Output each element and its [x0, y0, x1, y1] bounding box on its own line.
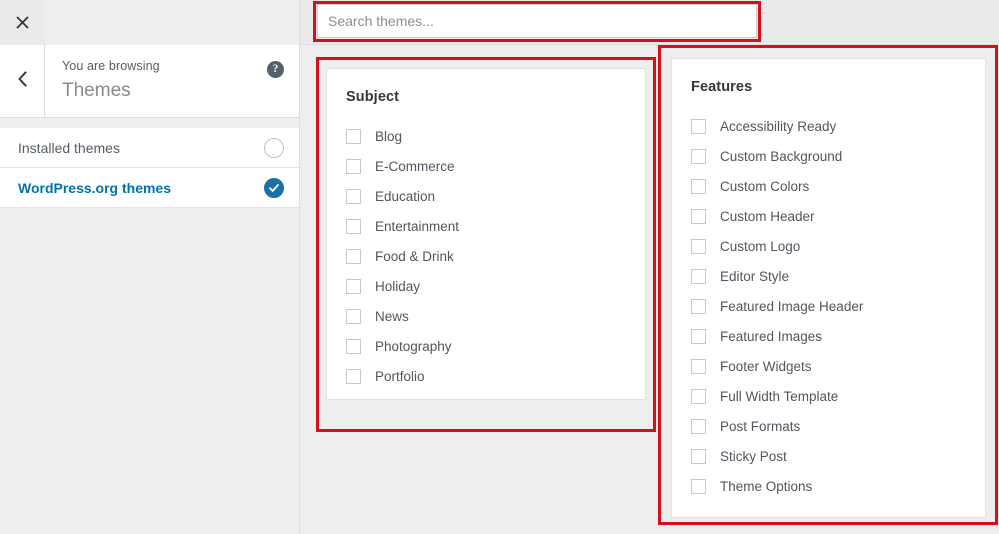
subject-option-row[interactable]: Blog: [346, 121, 645, 151]
subject-option-row[interactable]: E-Commerce: [346, 151, 645, 181]
features-option-row[interactable]: Accessibility Ready: [691, 111, 985, 141]
features-option-label: Custom Colors: [720, 178, 810, 194]
checkbox-unchecked-icon[interactable]: [346, 278, 361, 294]
subject-filter-title: Subject: [346, 89, 400, 105]
sidebar-nav: Installed themes WordPress.org themes: [0, 128, 299, 208]
browse-eyebrow: You are browsing: [62, 59, 160, 73]
features-option-label: Sticky Post: [720, 448, 787, 464]
sidebar-item-label: WordPress.org themes: [18, 179, 172, 196]
subject-option-label: E-Commerce: [375, 158, 455, 174]
subject-option-label: Blog: [375, 128, 403, 144]
checkbox-unchecked-icon[interactable]: [346, 188, 361, 204]
page-title: Themes: [62, 80, 131, 101]
features-option-row[interactable]: Sticky Post: [691, 441, 985, 471]
checkbox-unchecked-icon[interactable]: [346, 248, 361, 264]
radio-selected-check-icon[interactable]: [264, 177, 284, 198]
checkbox-unchecked-icon[interactable]: [346, 308, 361, 324]
subject-option-label: Portfolio: [375, 368, 425, 384]
features-option-row[interactable]: Featured Images: [691, 321, 985, 351]
subject-filter-panel: Subject Blog E-Commerce Education Entertain…: [316, 58, 656, 432]
features-option-label: Custom Logo: [720, 238, 801, 254]
checkbox-unchecked-icon[interactable]: [691, 328, 706, 344]
subject-option-row[interactable]: Photography: [346, 331, 645, 361]
close-button[interactable]: [0, 0, 45, 45]
features-option-label: Full Width Template: [720, 388, 839, 404]
subject-option-row[interactable]: Portfolio: [346, 361, 645, 391]
subject-option-label: Entertainment: [375, 218, 460, 234]
checkbox-unchecked-icon[interactable]: [691, 388, 706, 404]
sidebar-item-installed-themes[interactable]: Installed themes: [0, 128, 299, 168]
features-option-label: Custom Background: [720, 148, 843, 164]
features-filter-card: Features Accessibility Ready Custom Backg…: [671, 58, 986, 518]
browse-text: You are browsing Themes: [62, 58, 160, 104]
features-option-row[interactable]: Theme Options: [691, 471, 985, 501]
subject-filter-list: Blog E-Commerce Education Entertainment Food…: [327, 105, 645, 391]
features-option-label: Theme Options: [720, 478, 813, 494]
features-option-label: Footer Widgets: [720, 358, 812, 374]
features-option-label: Custom Header: [720, 208, 815, 224]
checkbox-unchecked-icon[interactable]: [691, 208, 706, 224]
subject-option-label: Food & Drink: [375, 248, 454, 264]
back-button[interactable]: [0, 45, 45, 117]
search-input[interactable]: [317, 4, 757, 38]
checkbox-unchecked-icon[interactable]: [691, 148, 706, 164]
features-option-row[interactable]: Editor Style: [691, 261, 985, 291]
subject-option-row[interactable]: Education: [346, 181, 645, 211]
features-option-label: Featured Images: [720, 328, 823, 344]
features-option-label: Editor Style: [720, 268, 790, 284]
checkbox-unchecked-icon[interactable]: [346, 218, 361, 234]
search-field-wrapper: [317, 4, 757, 38]
features-option-row[interactable]: Custom Colors: [691, 171, 985, 201]
subject-option-row[interactable]: News: [346, 301, 645, 331]
help-icon[interactable]: ?: [267, 61, 284, 78]
features-option-label: Accessibility Ready: [720, 118, 837, 134]
checkbox-unchecked-icon[interactable]: [691, 178, 706, 194]
features-filter-panel: Features Accessibility Ready Custom Backg…: [659, 46, 998, 524]
subject-option-row[interactable]: Holiday: [346, 271, 645, 301]
checkbox-unchecked-icon[interactable]: [346, 128, 361, 144]
checkbox-unchecked-icon[interactable]: [691, 418, 706, 434]
subject-filter-card: Subject Blog E-Commerce Education Entertain…: [326, 68, 646, 400]
features-option-row[interactable]: Featured Image Header: [691, 291, 985, 321]
subject-option-label: News: [375, 308, 409, 324]
checkbox-unchecked-icon[interactable]: [691, 448, 706, 464]
theme-browser-screen: You are browsing Themes ? Installed them…: [0, 0, 999, 534]
checkbox-unchecked-icon[interactable]: [691, 238, 706, 254]
chevron-left-icon: [17, 70, 28, 92]
features-option-label: Post Formats: [720, 418, 801, 434]
checkbox-unchecked-icon[interactable]: [691, 478, 706, 494]
subject-option-row[interactable]: Entertainment: [346, 211, 645, 241]
checkbox-unchecked-icon[interactable]: [691, 358, 706, 374]
radio-unselected-icon[interactable]: [264, 137, 284, 158]
features-option-row[interactable]: Footer Widgets: [691, 351, 985, 381]
checkbox-unchecked-icon[interactable]: [346, 338, 361, 354]
checkbox-unchecked-icon[interactable]: [346, 158, 361, 174]
features-option-row[interactable]: Custom Background: [691, 141, 985, 171]
checkbox-unchecked-icon[interactable]: [346, 368, 361, 384]
subject-option-label: Photography: [375, 338, 452, 354]
checkbox-unchecked-icon[interactable]: [691, 268, 706, 284]
features-option-row[interactable]: Custom Header: [691, 201, 985, 231]
checkbox-unchecked-icon[interactable]: [691, 118, 706, 134]
subject-option-label: Education: [375, 188, 436, 204]
subject-option-label: Holiday: [375, 278, 421, 294]
close-icon: [16, 16, 29, 29]
subject-option-row[interactable]: Food & Drink: [346, 241, 645, 271]
features-option-row[interactable]: Post Formats: [691, 411, 985, 441]
features-filter-list: Accessibility Ready Custom Background Cust…: [672, 95, 985, 501]
sidebar-divider: [0, 118, 299, 128]
checkbox-unchecked-icon[interactable]: [691, 298, 706, 314]
features-option-row[interactable]: Custom Logo: [691, 231, 985, 261]
sidebar-item-wordpress-org-themes[interactable]: WordPress.org themes: [0, 168, 299, 208]
sidebar-item-label: Installed themes: [18, 139, 120, 156]
features-filter-title: Features: [691, 79, 753, 95]
sidebar: You are browsing Themes ? Installed them…: [0, 0, 300, 534]
features-option-label: Featured Image Header: [720, 298, 864, 314]
features-option-row[interactable]: Full Width Template: [691, 381, 985, 411]
browse-header: You are browsing Themes ?: [0, 45, 299, 118]
